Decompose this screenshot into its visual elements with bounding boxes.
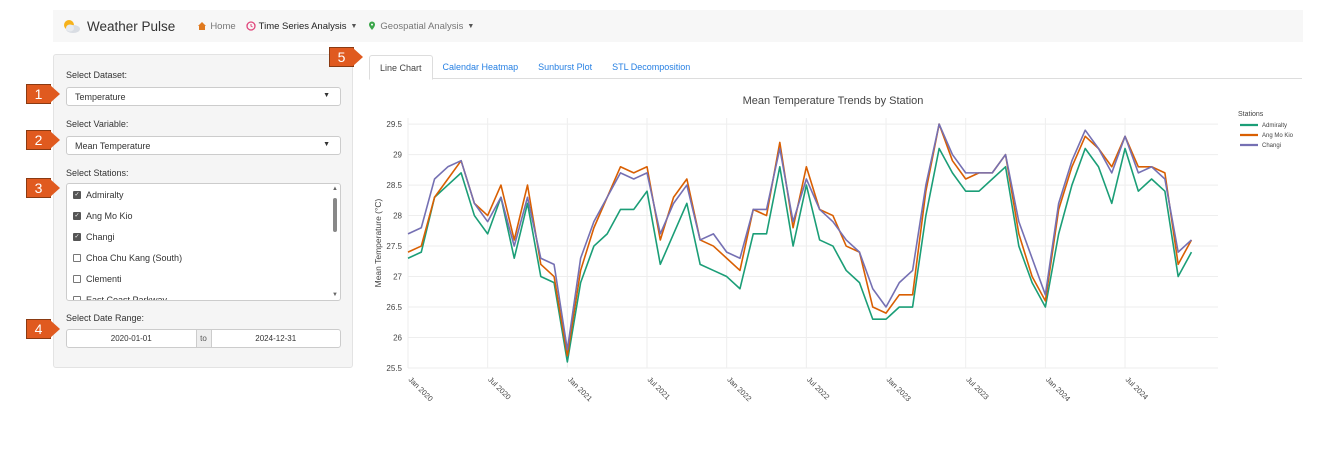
nav-geospatial[interactable]: Geospatial Analysis ▼	[367, 21, 474, 32]
checkbox-unchecked-icon[interactable]	[73, 295, 81, 300]
x-tick-label: Jan 2023	[885, 375, 913, 403]
variable-select-value: Mean Temperature	[75, 141, 151, 151]
y-tick-label: 29.5	[386, 120, 402, 129]
stations-scrollbar[interactable]: ▲ ▼	[332, 186, 338, 298]
dataset-select[interactable]: Temperature ▼	[66, 87, 341, 106]
y-axis-label: Mean Temperature (°C)	[373, 198, 383, 287]
legend-title: Stations	[1238, 111, 1264, 118]
x-tick-label: Jul 2022	[805, 375, 831, 401]
station-label: Admiralty	[86, 189, 124, 200]
station-label: East Coast Parkway	[86, 294, 168, 301]
x-tick-label: Jan 2022	[725, 375, 753, 403]
station-checkbox-item[interactable]: Clementi	[67, 268, 340, 289]
y-tick-label: 25.5	[386, 364, 402, 373]
y-tick-label: 29	[393, 151, 402, 160]
nav-home[interactable]: Home	[197, 20, 236, 32]
checkbox-checked-icon[interactable]: ✓	[73, 190, 81, 199]
station-checkbox-item[interactable]: East Coast Parkway	[67, 289, 340, 301]
checkbox-unchecked-icon[interactable]	[73, 253, 81, 262]
checkbox-unchecked-icon[interactable]	[73, 274, 81, 283]
app-title: Weather Pulse	[87, 18, 176, 34]
date-range-input: 2020-01-01 to 2024-12-31	[66, 329, 341, 348]
callout-badge-5: 5	[329, 47, 363, 67]
y-tick-label: 26	[393, 334, 402, 343]
y-tick-label: 26.5	[386, 303, 402, 312]
checkbox-checked-icon[interactable]: ✓	[73, 211, 81, 220]
nav-time-series-label: Time Series Analysis	[258, 20, 347, 32]
x-tick-label: Jul 2021	[646, 375, 672, 401]
home-icon	[197, 21, 207, 31]
station-label: Choa Chu Kang (South)	[86, 252, 183, 263]
series-line-admiralty	[407, 147, 1193, 363]
station-label: Ang Mo Kio	[86, 210, 133, 221]
dataset-select-value: Temperature	[75, 92, 126, 102]
date-range-label: Select Date Range:	[66, 313, 145, 323]
x-tick-label: Jul 2020	[486, 375, 512, 401]
chevron-down-icon: ▼	[323, 141, 330, 148]
sidebar-panel: Select Dataset: Temperature ▼ Select Var…	[53, 54, 353, 368]
scroll-up-icon[interactable]: ▲	[332, 186, 338, 192]
scroll-down-icon[interactable]: ▼	[332, 292, 338, 298]
series-line-changi	[407, 123, 1192, 351]
stations-label: Select Stations:	[66, 168, 129, 178]
y-tick-label: 27.5	[386, 242, 402, 251]
x-tick-label: Jan 2020	[407, 375, 435, 403]
tab-line-chart[interactable]: Line Chart	[369, 55, 433, 80]
station-checkbox-item[interactable]: ✓ Admiralty	[67, 184, 340, 205]
stations-checklist[interactable]: ✓ Admiralty ✓ Ang Mo Kio ✓ Changi Choa Chu Kan…	[66, 183, 341, 301]
legend-entry: Ang Mo Kio	[1262, 133, 1294, 139]
y-tick-label: 28	[393, 212, 402, 221]
tab-sunburst-plot[interactable]: Sunburst Plot	[528, 55, 602, 79]
callout-badge-4: 4	[26, 319, 60, 339]
x-tick-label: Jul 2024	[1124, 375, 1150, 401]
callout-badge-3: 3	[26, 178, 60, 198]
station-label: Clementi	[86, 273, 122, 284]
chevron-down-icon: ▼	[350, 22, 358, 30]
tab-calendar-heatmap[interactable]: Calendar Heatmap	[433, 55, 529, 79]
dataset-label: Select Dataset:	[66, 70, 128, 80]
scroll-thumb[interactable]	[333, 198, 337, 232]
station-checkbox-item[interactable]: Choa Chu Kang (South)	[67, 247, 340, 268]
station-checkbox-item[interactable]: ✓ Ang Mo Kio	[67, 205, 340, 226]
chart-title: Mean Temperature Trends by Station	[743, 95, 924, 107]
clock-icon	[246, 21, 256, 31]
station-label: Changi	[86, 231, 115, 242]
y-tick-label: 28.5	[386, 181, 402, 190]
top-navbar: Weather Pulse Home Time Series Analysis …	[53, 10, 1303, 42]
callout-badge-1: 1	[26, 84, 60, 104]
callout-badge-2: 2	[26, 130, 60, 150]
sun-cloud-icon	[61, 18, 81, 34]
map-pin-icon	[367, 21, 377, 31]
variable-label: Select Variable:	[66, 119, 129, 129]
x-tick-label: Jan 2024	[1044, 375, 1072, 403]
nav-home-label: Home	[210, 20, 236, 32]
chevron-down-icon: ▼	[323, 92, 330, 99]
series-line-ang-mo-kio	[407, 123, 1193, 357]
x-tick-label: Jan 2021	[566, 375, 594, 403]
tab-stl-decomposition[interactable]: STL Decomposition	[602, 55, 700, 79]
start-date-input[interactable]: 2020-01-01	[67, 330, 196, 347]
nav-time-series[interactable]: Time Series Analysis ▼	[246, 20, 358, 32]
date-range-separator: to	[195, 330, 212, 347]
chart-tabs: Line Chart Calendar Heatmap Sunburst Plo…	[369, 55, 1302, 80]
station-checkbox-item[interactable]: ✓ Changi	[67, 226, 340, 247]
chevron-down-icon: ▼	[467, 22, 475, 30]
nav-geospatial-label: Geospatial Analysis	[380, 20, 464, 32]
temperature-line-chart: Mean Temperature Trends by Station 25.5 26…	[373, 95, 1294, 403]
legend-entry: Changi	[1262, 143, 1281, 149]
brand[interactable]: Weather Pulse	[61, 18, 175, 34]
end-date-input[interactable]: 2024-12-31	[212, 330, 341, 347]
checkbox-checked-icon[interactable]: ✓	[73, 232, 81, 241]
variable-select[interactable]: Mean Temperature ▼	[66, 136, 341, 155]
y-tick-label: 27	[393, 273, 402, 282]
legend-entry: Admiralty	[1262, 123, 1287, 129]
x-tick-label: Jul 2023	[964, 375, 990, 401]
